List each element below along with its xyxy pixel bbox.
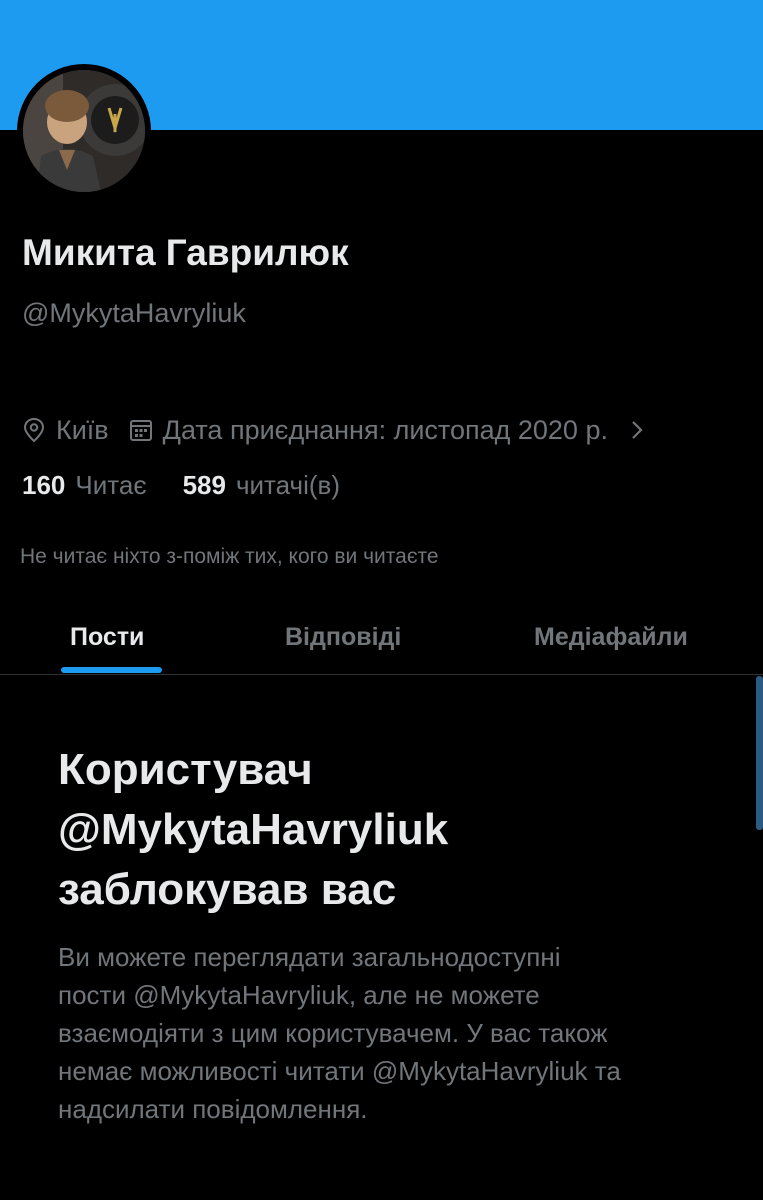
following-count: 160	[22, 470, 66, 500]
blocked-body-line: пости @MykytaHavryliuk, але не можете	[58, 980, 540, 1010]
blocked-body-line: Ви можете переглядати загальнодоступні	[58, 942, 561, 972]
blocked-body-line: немає можливості читати @MykytaHavryliuk…	[58, 1056, 621, 1086]
profile-tabs: Пости Відповіді Медіафайли	[0, 600, 763, 675]
profile-meta: Київ Дата приєднання: листопад 2020 р.	[22, 412, 644, 448]
scrollbar[interactable]	[756, 676, 763, 830]
blocked-title-line: заблокував вас	[58, 865, 397, 914]
blocked-body-line: надсилати повідомлення.	[58, 1094, 368, 1124]
location-pin-icon	[22, 417, 46, 443]
chevron-right-icon[interactable]	[630, 419, 644, 441]
followers-label: читачі(в)	[235, 470, 341, 500]
blocked-title: Користувач @MykytaHavryliuk заблокував в…	[58, 740, 718, 920]
blocked-title-line: Користувач	[58, 745, 313, 794]
tab-media[interactable]: Медіафайли	[534, 600, 688, 674]
avatar-photo	[23, 70, 145, 192]
active-tab-indicator	[61, 667, 162, 673]
following-label: Читає	[75, 470, 147, 500]
blocked-title-line: @MykytaHavryliuk	[58, 805, 449, 854]
avatar[interactable]	[17, 64, 151, 198]
follow-stats: 160 Читає 589 читачі(в)	[22, 470, 340, 501]
tab-replies[interactable]: Відповіді	[285, 600, 401, 674]
blocked-body-line: взаємодіяти з цим користувачем. У вас та…	[58, 1018, 608, 1048]
calendar-icon	[129, 418, 153, 442]
followers-link[interactable]: 589 читачі(в)	[183, 470, 340, 501]
followed-by-note: Не читає ніхто з-поміж тих, кого ви чита…	[20, 545, 439, 568]
followers-count: 589	[182, 470, 226, 500]
blocked-description: Ви можете переглядати загальнодоступні п…	[58, 938, 738, 1128]
location-text: Київ	[56, 414, 109, 445]
following-link[interactable]: 160 Читає	[22, 470, 147, 501]
joined-date-text: Дата приєднання: листопад 2020 р.	[162, 414, 608, 445]
display-name: Микита Гаврилюк	[22, 232, 349, 273]
user-handle: @MykytaHavryliuk	[22, 298, 246, 328]
tab-posts[interactable]: Пости	[70, 600, 144, 674]
